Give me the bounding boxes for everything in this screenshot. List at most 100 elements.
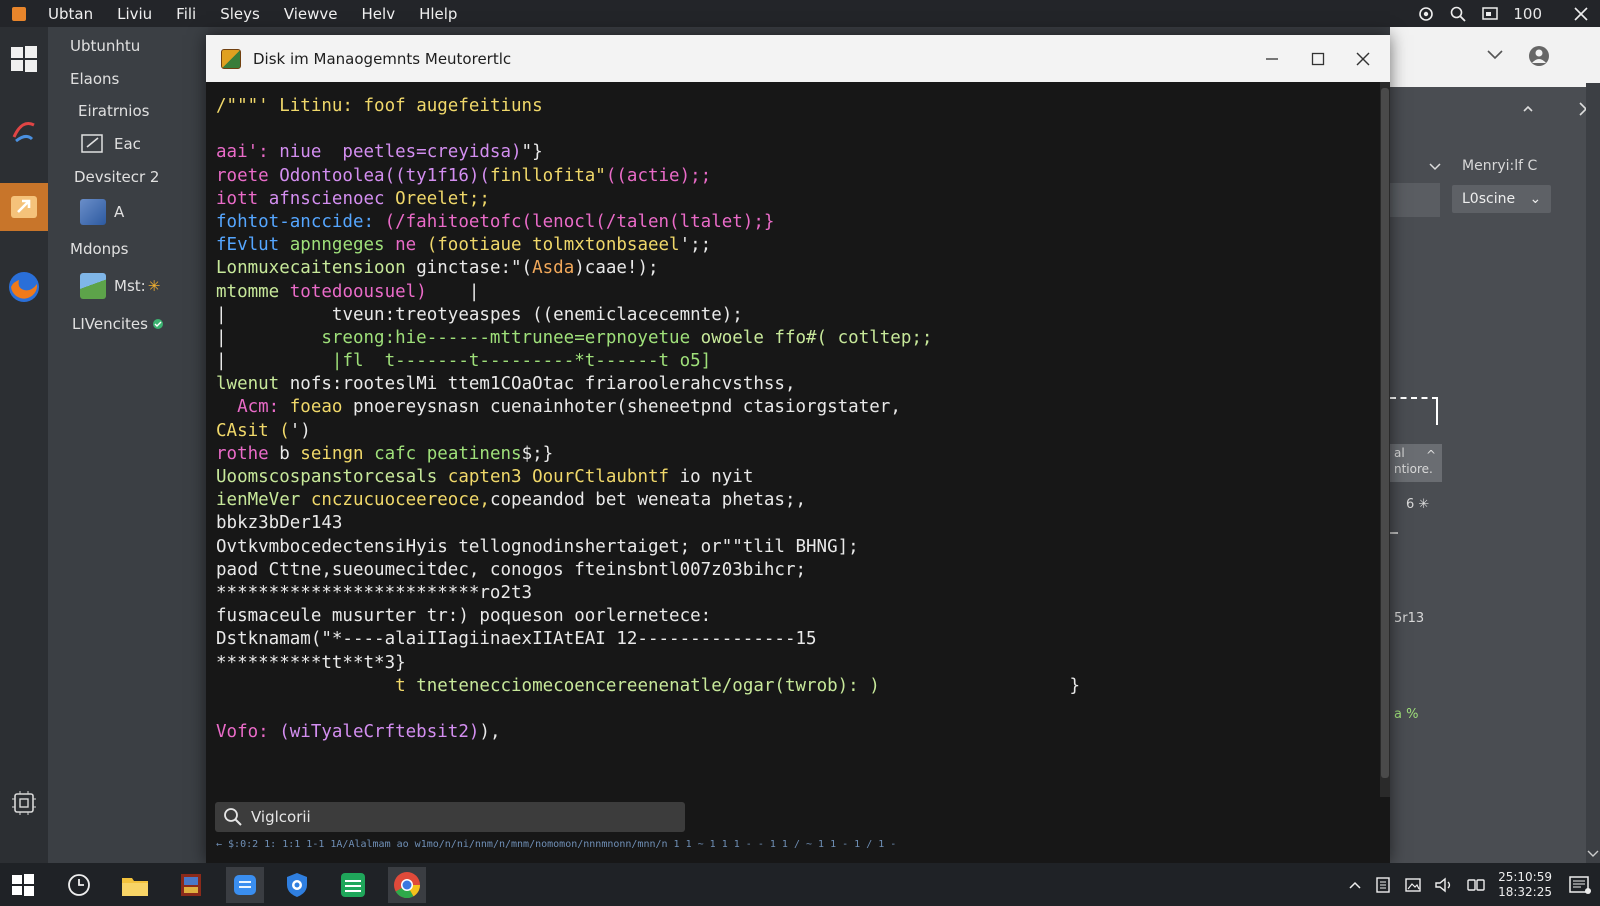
app-launcher-icon[interactable] xyxy=(4,111,44,151)
terminal-text: ne xyxy=(395,235,427,256)
close-button[interactable] xyxy=(1340,35,1386,82)
start-button[interactable] xyxy=(4,867,42,903)
image-icon[interactable] xyxy=(1404,876,1422,894)
terminal-line: Vofo: (wiTyaleCrftebsit2)), xyxy=(216,721,1376,744)
menu-item[interactable]: Helv xyxy=(350,5,408,23)
maximize-button[interactable] xyxy=(1295,35,1341,82)
terminal-text: $;} xyxy=(521,443,554,464)
clock-date: 18:32:25 xyxy=(1498,884,1552,899)
menu-item[interactable]: Hlelp xyxy=(407,5,469,23)
terminal-text: cnczucuoceereoce, xyxy=(310,490,490,511)
terminal-text: paod Cttne,sueoumecitdec, conogos fteins… xyxy=(216,559,807,580)
notifications-icon[interactable] xyxy=(1568,874,1592,896)
divider xyxy=(1390,532,1398,534)
file-explorer-button[interactable] xyxy=(116,867,154,903)
sidebar-item[interactable]: A xyxy=(80,199,124,225)
network-icon[interactable] xyxy=(1466,876,1486,894)
volume-icon[interactable] xyxy=(1434,876,1454,894)
terminal-text: ), xyxy=(479,722,501,743)
terminal-scrollbar[interactable] xyxy=(1380,82,1390,797)
small-value: a % xyxy=(1394,707,1419,722)
menu-item[interactable]: Liviu xyxy=(105,5,164,23)
sidebar: Ubtunhtu Elaons Eiratrnios Eac Devsitecr… xyxy=(48,27,208,863)
sidebar-item[interactable]: Mst: ✳ xyxy=(80,273,160,299)
close-icon[interactable] xyxy=(1572,5,1590,23)
terminal-text: apnngeges xyxy=(289,235,396,256)
terminal-line: paod Cttne,sueoumecitdec, conogos fteins… xyxy=(216,559,1376,582)
menu-item[interactable]: Fili xyxy=(164,5,208,23)
archive-app-button[interactable] xyxy=(172,867,210,903)
files-app-icon[interactable] xyxy=(0,183,48,231)
sidebar-item-label: Eiratrnios xyxy=(78,102,150,120)
terminal-text: totedoousuel) xyxy=(289,281,427,302)
window-titlebar[interactable]: Disk im Manaogemnts Meutorertlc xyxy=(206,35,1390,82)
sidebar-item[interactable]: Eiratrnios xyxy=(78,102,149,120)
sidebar-item[interactable]: Ubtunhtu xyxy=(70,37,140,55)
terminal-text: (wiTyaleCrftebsit2) xyxy=(279,722,480,743)
settings-icon[interactable] xyxy=(1417,5,1435,23)
chevron-down-icon[interactable] xyxy=(1485,49,1505,61)
panel-scrollbar[interactable] xyxy=(1586,83,1600,863)
security-app-button[interactable] xyxy=(278,867,316,903)
search-bar[interactable]: Viglcorii xyxy=(215,802,685,832)
note-line: ntiore. xyxy=(1394,462,1433,476)
messages-icon xyxy=(234,875,256,895)
display-icon[interactable] xyxy=(1481,5,1499,23)
spreadsheet-app-button[interactable] xyxy=(334,867,372,903)
input-box[interactable] xyxy=(1390,183,1440,217)
scroll-down-icon[interactable] xyxy=(1586,849,1600,859)
terminal-text: )caae!); xyxy=(574,258,659,279)
menu-item[interactable]: Ubtan xyxy=(36,5,105,23)
folder-icon xyxy=(122,878,148,896)
dropdown-chip[interactable]: L0scine ⌄ xyxy=(1452,185,1552,213)
note-line: al xyxy=(1394,446,1405,460)
info-note: al ntiore. ^ xyxy=(1390,444,1442,482)
terminal-text: cafc peatinens xyxy=(374,443,522,464)
chrome-icon xyxy=(394,872,421,899)
terminal-output[interactable]: /"""' Litinu: foof augefeitiuns aai': niu… xyxy=(216,95,1376,795)
search-input[interactable]: Viglcorii xyxy=(251,808,311,826)
windows-start-icon[interactable] xyxy=(4,39,44,79)
menu-item[interactable]: Sleys xyxy=(208,5,272,23)
small-value: 6 ✳ xyxy=(1406,497,1430,512)
chevron-up-icon[interactable]: ^ xyxy=(1426,448,1436,462)
search-icon[interactable] xyxy=(1449,5,1467,23)
chevron-down-icon[interactable] xyxy=(1428,162,1442,172)
menu-bar: Ubtan Liviu Fili Sleys Viewve Helv Hlelp xyxy=(36,5,469,23)
terminal-text: | xyxy=(426,281,480,302)
account-icon[interactable] xyxy=(1528,45,1550,67)
sidebar-item[interactable]: Mdonps xyxy=(70,240,128,258)
clock-app-button[interactable] xyxy=(60,867,98,903)
chevron-up-icon[interactable] xyxy=(1348,880,1362,890)
maximize-icon xyxy=(1311,52,1325,65)
sidebar-item[interactable]: Elaons xyxy=(70,70,119,88)
scrollbar-thumb[interactable] xyxy=(1381,88,1389,778)
clock[interactable]: 25:10:59 18:32:25 xyxy=(1498,870,1552,900)
terminal-text: ienMeVer xyxy=(216,490,311,511)
sidebar-item[interactable]: LIVencites xyxy=(72,315,164,333)
terminal-line: mtomme totedoousuel) | xyxy=(216,281,1376,304)
sidebar-item-label: LIVencites xyxy=(72,315,148,333)
collapse-icon[interactable] xyxy=(1522,103,1534,115)
terminal-line: fEvlut apnngeges ne (footiaue tolmxtonbs… xyxy=(216,234,1376,257)
dropdown-label[interactable]: Menryi:lf C xyxy=(1462,158,1537,174)
terminal-text: OourCtlaubntf xyxy=(532,467,670,487)
terminal-text: aai': xyxy=(216,142,280,163)
messages-app-button[interactable] xyxy=(226,867,264,903)
terminal-line: fohtot-anccide: (/fahitoetofc(lenocl(/ta… xyxy=(216,211,1376,234)
apps-grid-icon[interactable] xyxy=(4,783,44,823)
sidebar-item[interactable]: Devsitecr 2 xyxy=(74,168,159,186)
terminal-line: lwenut nofs:rooteslMi ttem1COaOtac friar… xyxy=(216,373,1376,396)
terminal-line: OvtkvmbocedectensiHyis tellognodinsherta… xyxy=(216,536,1376,559)
chrome-button[interactable] xyxy=(388,867,426,903)
menu-item[interactable]: Viewve xyxy=(272,5,350,23)
notes-icon[interactable] xyxy=(1374,876,1392,894)
terminal-line: **********tt**t*3} xyxy=(216,652,1376,675)
minimize-button[interactable] xyxy=(1249,35,1295,82)
sidebar-item-label: Ubtunhtu xyxy=(70,37,141,55)
sidebar-item[interactable]: Eac xyxy=(80,133,141,155)
terminal-text: sreong:hie------mttrunee=erpnoyetue xyxy=(321,327,701,348)
terminal-text: nofs: xyxy=(289,374,343,395)
firefox-icon[interactable] xyxy=(4,267,44,307)
